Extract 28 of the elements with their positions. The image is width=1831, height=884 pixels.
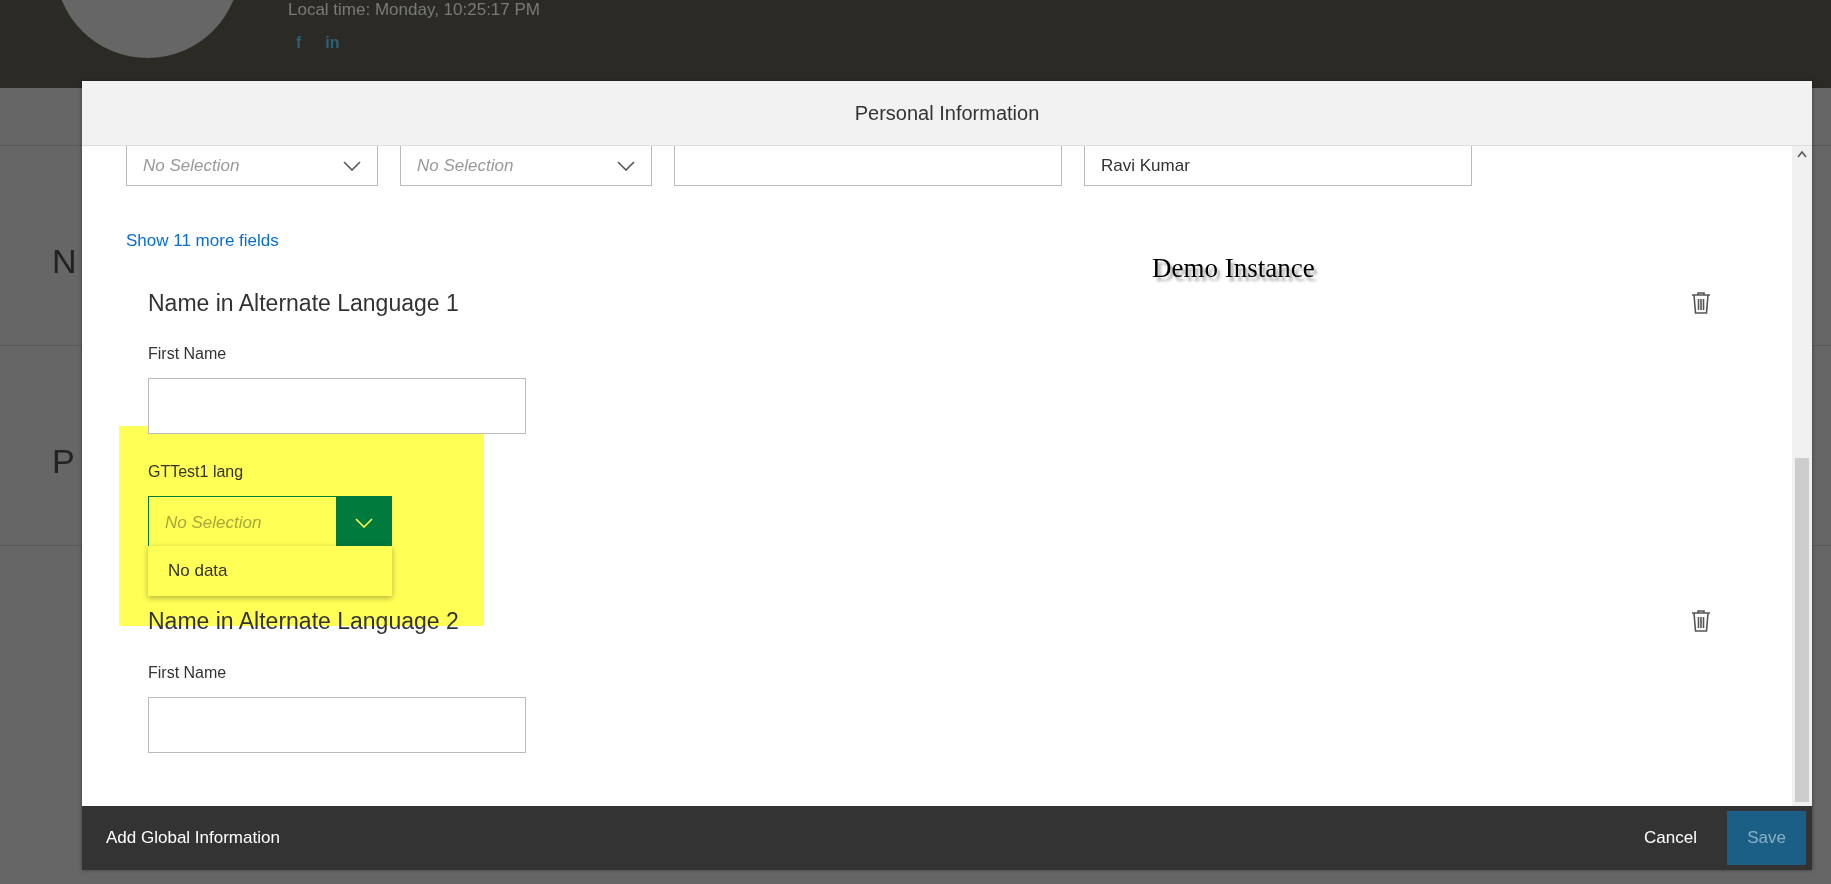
scrollbar-thumb[interactable] bbox=[1795, 458, 1809, 802]
section-title: Name in Alternate Language 1 bbox=[148, 288, 459, 318]
field-label: First Name bbox=[148, 344, 228, 364]
select-field[interactable]: No Selection bbox=[400, 146, 652, 186]
social-link[interactable]: in bbox=[325, 30, 340, 55]
select-field[interactable]: No Selection bbox=[126, 146, 378, 186]
chevron-down-icon bbox=[617, 160, 635, 171]
chevron-down-icon bbox=[343, 160, 361, 171]
footer-title: Add Global Information bbox=[106, 827, 281, 850]
input-field[interactable] bbox=[148, 378, 526, 434]
scroll-up-icon[interactable] bbox=[1797, 150, 1807, 158]
social-link[interactable]: f bbox=[296, 30, 302, 55]
delete-icon[interactable] bbox=[1690, 609, 1712, 634]
field-label: GTTest1 lang bbox=[148, 462, 245, 482]
empty-message: No data bbox=[168, 560, 228, 583]
input-field[interactable]: Ravi Kumar bbox=[1084, 146, 1472, 186]
dialog-title: Personal Information bbox=[854, 101, 1040, 126]
cancel-button[interactable]: Cancel bbox=[1628, 825, 1713, 851]
section-heading: P bbox=[52, 442, 75, 480]
chevron-down-icon bbox=[354, 518, 373, 528]
local-time: Local time: Monday, 10:25:17 PM bbox=[288, 0, 540, 21]
demo-label: Demo Instance bbox=[1152, 252, 1315, 285]
show-more-link[interactable]: Show 11 more fields bbox=[126, 228, 279, 254]
input-field[interactable] bbox=[148, 696, 526, 753]
section-heading: N bbox=[52, 242, 77, 280]
input-field[interactable] bbox=[674, 146, 1062, 186]
delete-icon[interactable] bbox=[1690, 290, 1712, 315]
field-label: First Name bbox=[148, 662, 228, 683]
